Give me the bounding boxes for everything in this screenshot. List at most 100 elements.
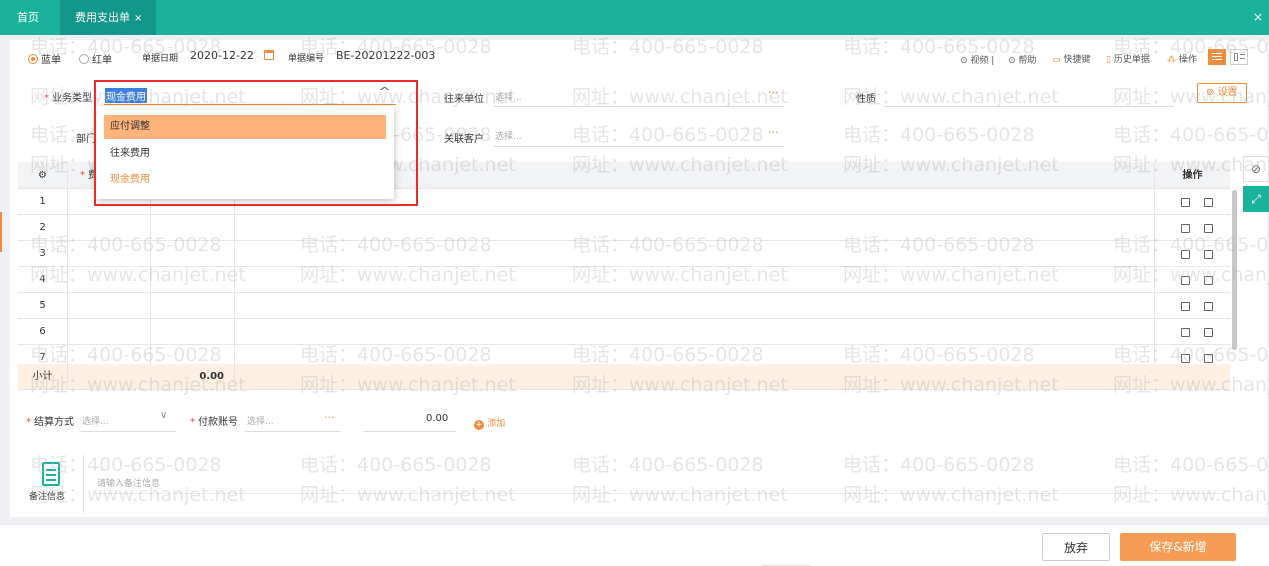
help-link[interactable]: ⊙ 帮助 <box>1008 53 1036 66</box>
table-row[interactable]: 2 <box>18 215 1230 241</box>
setting-button[interactable]: ⊚ 设置 <box>1197 83 1247 103</box>
row-cell[interactable] <box>151 293 235 318</box>
table-row[interactable]: 4 <box>18 267 1230 293</box>
amount-underline <box>364 431 456 432</box>
row-fee-cell[interactable] <box>68 319 151 344</box>
grid-scrollbar[interactable] <box>1232 190 1237 350</box>
row-cell[interactable] <box>235 267 1155 292</box>
row-number: 4 <box>18 267 68 292</box>
related-customer-label: 关联客户 <box>444 134 484 145</box>
nature-label: 性质 <box>856 94 876 105</box>
save-new-button[interactable]: 保存&新增 <box>1120 533 1236 561</box>
account-input[interactable]: 选择... <box>247 414 274 427</box>
grid-subtotal-row: 小计 0.00 <box>18 364 1230 390</box>
blue-radio-label: 蓝单 <box>41 55 61 66</box>
delete-icon[interactable] <box>1181 250 1190 259</box>
tab-expense-voucher[interactable]: 费用支出单 × <box>60 0 156 35</box>
row-cell[interactable] <box>151 267 235 292</box>
row-cell[interactable] <box>151 215 235 240</box>
delete-icon[interactable] <box>1181 224 1190 233</box>
settle-amount[interactable]: 0.00 <box>426 413 448 424</box>
tab-expense-voucher-label: 费用支出单 <box>75 11 130 24</box>
card-view-icon[interactable] <box>1230 49 1248 65</box>
related-customer-input[interactable]: 选择... <box>495 129 522 142</box>
remark-icon <box>39 461 63 487</box>
insert-row-icon[interactable] <box>1204 276 1213 285</box>
related-underline <box>494 146 784 147</box>
add-settle-button[interactable]: + 添加 <box>474 416 505 430</box>
video-link[interactable]: ⊙ 视频 | <box>960 53 994 66</box>
row-number: 6 <box>18 319 68 344</box>
related-more-icon[interactable]: ··· <box>768 126 779 139</box>
tab-close-icon[interactable]: × <box>134 13 142 24</box>
partner-label: 往来单位 <box>444 94 484 105</box>
shortcut-label: 快捷键 <box>1063 55 1091 65</box>
chevron-down-icon[interactable]: ∨ <box>160 410 167 421</box>
red-radio[interactable]: 红单 <box>79 51 112 66</box>
delete-icon[interactable] <box>1181 198 1190 207</box>
insert-row-icon[interactable] <box>1204 250 1213 259</box>
account-more-icon[interactable]: ··· <box>324 411 335 424</box>
grid-settings-icon[interactable]: ⚙ <box>18 162 68 188</box>
history-icon: ▯ <box>1106 55 1111 65</box>
date-value[interactable]: 2020-12-22 <box>190 49 254 62</box>
row-cell[interactable] <box>151 319 235 344</box>
delete-icon[interactable] <box>1181 328 1190 337</box>
row-cell[interactable] <box>235 241 1155 266</box>
subtotal-value: 0.00 <box>68 364 235 389</box>
tab-home[interactable]: 首页 <box>0 0 56 35</box>
row-fee-cell[interactable] <box>68 215 151 240</box>
window-close-icon[interactable]: × <box>1253 0 1263 35</box>
account-label-text: 付款账号 <box>198 417 238 428</box>
row-number: 3 <box>18 241 68 266</box>
insert-row-icon[interactable] <box>1204 302 1213 311</box>
row-number: 1 <box>18 189 68 214</box>
insert-row-icon[interactable] <box>1204 198 1213 207</box>
row-fee-cell[interactable] <box>68 241 151 266</box>
settle-method-input[interactable]: 选择... <box>82 414 109 427</box>
table-row[interactable]: 6 <box>18 319 1230 345</box>
insert-row-icon[interactable] <box>1204 224 1213 233</box>
nature-underline <box>884 106 1174 107</box>
row-fee-cell[interactable] <box>68 293 151 318</box>
insert-row-icon[interactable] <box>1204 328 1213 337</box>
row-cell[interactable] <box>235 215 1155 240</box>
row-fee-cell[interactable] <box>68 267 151 292</box>
account-underline <box>245 431 340 432</box>
highlight-red-box <box>94 80 418 206</box>
row-op-cell <box>1155 319 1230 344</box>
calendar-icon[interactable] <box>264 50 274 62</box>
table-row[interactable]: 3 <box>18 241 1230 267</box>
remark-label: 备注信息 <box>29 492 66 502</box>
blue-radio[interactable]: 蓝单 <box>28 51 61 66</box>
partner-more-icon[interactable]: ··· <box>768 86 779 99</box>
settle-method-underline <box>80 431 176 432</box>
settle-method-label-text: 结算方式 <box>34 417 74 428</box>
plus-icon: + <box>474 420 484 430</box>
row-op-cell <box>1155 293 1230 318</box>
attachment-icon[interactable]: ⊘ <box>1243 156 1269 182</box>
table-row[interactable]: 5 <box>18 293 1230 319</box>
radio-on-icon <box>28 54 38 64</box>
remark-input[interactable]: 请输入备注信息 <box>97 476 160 489</box>
delete-icon[interactable] <box>1181 276 1190 285</box>
row-cell[interactable] <box>235 293 1155 318</box>
date-label: 单据日期 <box>142 54 179 64</box>
expand-icon[interactable]: ⤢ <box>1243 186 1269 212</box>
subtotal-label: 小计 <box>18 364 68 389</box>
delete-icon[interactable] <box>1181 302 1190 311</box>
row-cell[interactable] <box>151 241 235 266</box>
delete-icon[interactable] <box>1181 354 1190 363</box>
discard-button[interactable]: 放弃 <box>1042 533 1110 561</box>
row-op-cell <box>1155 267 1230 292</box>
history-link[interactable]: ▯ 历史单据 <box>1106 52 1150 65</box>
help-label: 帮助 <box>1018 56 1037 66</box>
biz-type-label: * 业务类型 <box>44 93 92 104</box>
operate-link[interactable]: ⁂ 操作 <box>1167 52 1197 65</box>
shortcut-link[interactable]: ▭ 快捷键 <box>1052 52 1090 65</box>
row-cell[interactable] <box>235 319 1155 344</box>
partner-input[interactable]: 选择... <box>495 90 522 103</box>
list-view-icon[interactable] <box>1208 49 1226 65</box>
insert-row-icon[interactable] <box>1204 354 1213 363</box>
add-label: 添加 <box>487 419 506 429</box>
